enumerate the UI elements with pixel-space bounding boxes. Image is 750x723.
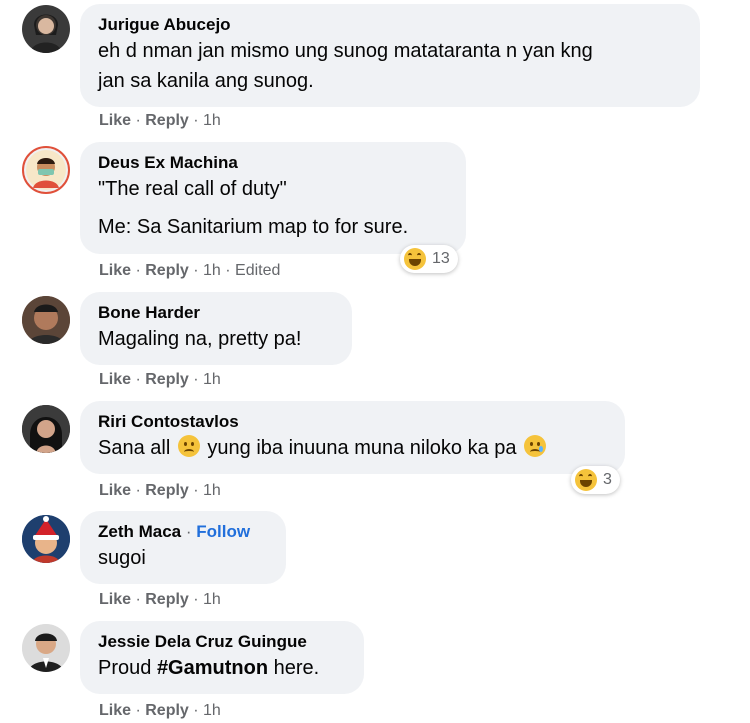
sad-face-emoji-icon bbox=[177, 435, 200, 457]
author-name[interactable]: Jurigue Abucejo bbox=[98, 14, 682, 36]
comment-text-part: here. bbox=[273, 657, 320, 679]
avatar[interactable] bbox=[22, 296, 70, 344]
timestamp[interactable]: 1h bbox=[203, 482, 221, 499]
hashtag-link[interactable]: #Gamutnon bbox=[157, 657, 268, 679]
reaction-count: 13 bbox=[432, 250, 450, 267]
comment-text: sugoi bbox=[98, 547, 146, 569]
timestamp[interactable]: 1h bbox=[203, 591, 221, 608]
reply-button[interactable]: Reply bbox=[145, 702, 189, 719]
reply-button[interactable]: Reply bbox=[145, 371, 189, 388]
haha-reaction-icon bbox=[404, 248, 426, 270]
timestamp[interactable]: 1h bbox=[203, 112, 221, 129]
comment-text-line: jan sa kanila ang sunog. bbox=[98, 70, 314, 92]
timestamp[interactable]: 1h bbox=[203, 702, 221, 719]
comment-bubble: Zeth Maca · Follow sugoi bbox=[80, 511, 286, 584]
comment-text-line: eh d nman jan mismo ung sunog matatarant… bbox=[98, 40, 593, 62]
comment-bubble: Deus Ex Machina "The real call of duty" … bbox=[80, 142, 466, 254]
comment-text: Sana all yung iba inuuna muna niloko ka … bbox=[98, 433, 607, 463]
like-button[interactable]: Like bbox=[99, 371, 131, 388]
reply-button[interactable]: Reply bbox=[145, 262, 189, 279]
author-name[interactable]: Zeth Maca bbox=[98, 522, 181, 541]
reply-button[interactable]: Reply bbox=[145, 591, 189, 608]
timestamp[interactable]: 1h bbox=[203, 371, 221, 388]
follow-button[interactable]: Follow bbox=[196, 522, 250, 541]
author-name[interactable]: Deus Ex Machina bbox=[98, 152, 448, 174]
like-button[interactable]: Like bbox=[99, 262, 131, 279]
reaction-summary[interactable]: 3 bbox=[571, 466, 620, 494]
comment-text-part: Sana all bbox=[98, 437, 171, 459]
comment-text-part: yung iba inuuna muna niloko ka pa bbox=[207, 437, 517, 459]
reply-button[interactable]: Reply bbox=[145, 112, 189, 129]
avatar[interactable] bbox=[22, 624, 70, 672]
edited-label: Edited bbox=[235, 262, 281, 279]
comment-actions: Like · Reply · 1h bbox=[99, 112, 221, 129]
comment-actions: Like · Reply · 1h bbox=[99, 702, 221, 719]
reaction-summary[interactable]: 13 bbox=[400, 245, 458, 273]
haha-reaction-icon bbox=[575, 469, 597, 491]
comment-bubble: Jurigue Abucejo eh d nman jan mismo ung … bbox=[80, 4, 700, 107]
avatar[interactable] bbox=[22, 146, 70, 194]
like-button[interactable]: Like bbox=[99, 702, 131, 719]
comment-bubble: Bone Harder Magaling na, pretty pa! bbox=[80, 292, 352, 365]
comment-text: Magaling na, pretty pa! bbox=[98, 328, 302, 350]
reaction-count: 3 bbox=[603, 471, 612, 488]
comment-bubble: Riri Contostavlos Sana all yung iba inuu… bbox=[80, 401, 625, 474]
comment-actions: Like · Reply · 1h · Edited bbox=[99, 262, 281, 279]
author-name[interactable]: Riri Contostavlos bbox=[98, 411, 607, 433]
author-name[interactable]: Bone Harder bbox=[98, 302, 334, 324]
timestamp[interactable]: 1h bbox=[203, 262, 221, 279]
crying-face-emoji-icon bbox=[524, 435, 547, 457]
avatar[interactable] bbox=[22, 515, 70, 563]
comment-actions: Like · Reply · 1h bbox=[99, 482, 221, 499]
comment-text-line: Me: Sa Sanitarium map to for sure. bbox=[98, 216, 409, 238]
comment-actions: Like · Reply · 1h bbox=[99, 591, 221, 608]
reply-button[interactable]: Reply bbox=[145, 482, 189, 499]
avatar[interactable] bbox=[22, 405, 70, 453]
comment-actions: Like · Reply · 1h bbox=[99, 371, 221, 388]
like-button[interactable]: Like bbox=[99, 482, 131, 499]
avatar[interactable] bbox=[22, 5, 70, 53]
comment-bubble: Jessie Dela Cruz Guingue Proud #Gamutnon… bbox=[80, 621, 364, 694]
comment-text-line: "The real call of duty" bbox=[98, 178, 287, 200]
author-name-row: Zeth Maca · Follow bbox=[98, 522, 251, 541]
comment-text-part: Proud bbox=[98, 657, 152, 679]
comment-text: Proud #Gamutnon here. bbox=[98, 653, 346, 683]
like-button[interactable]: Like bbox=[99, 591, 131, 608]
author-name[interactable]: Jessie Dela Cruz Guingue bbox=[98, 631, 346, 653]
like-button[interactable]: Like bbox=[99, 112, 131, 129]
